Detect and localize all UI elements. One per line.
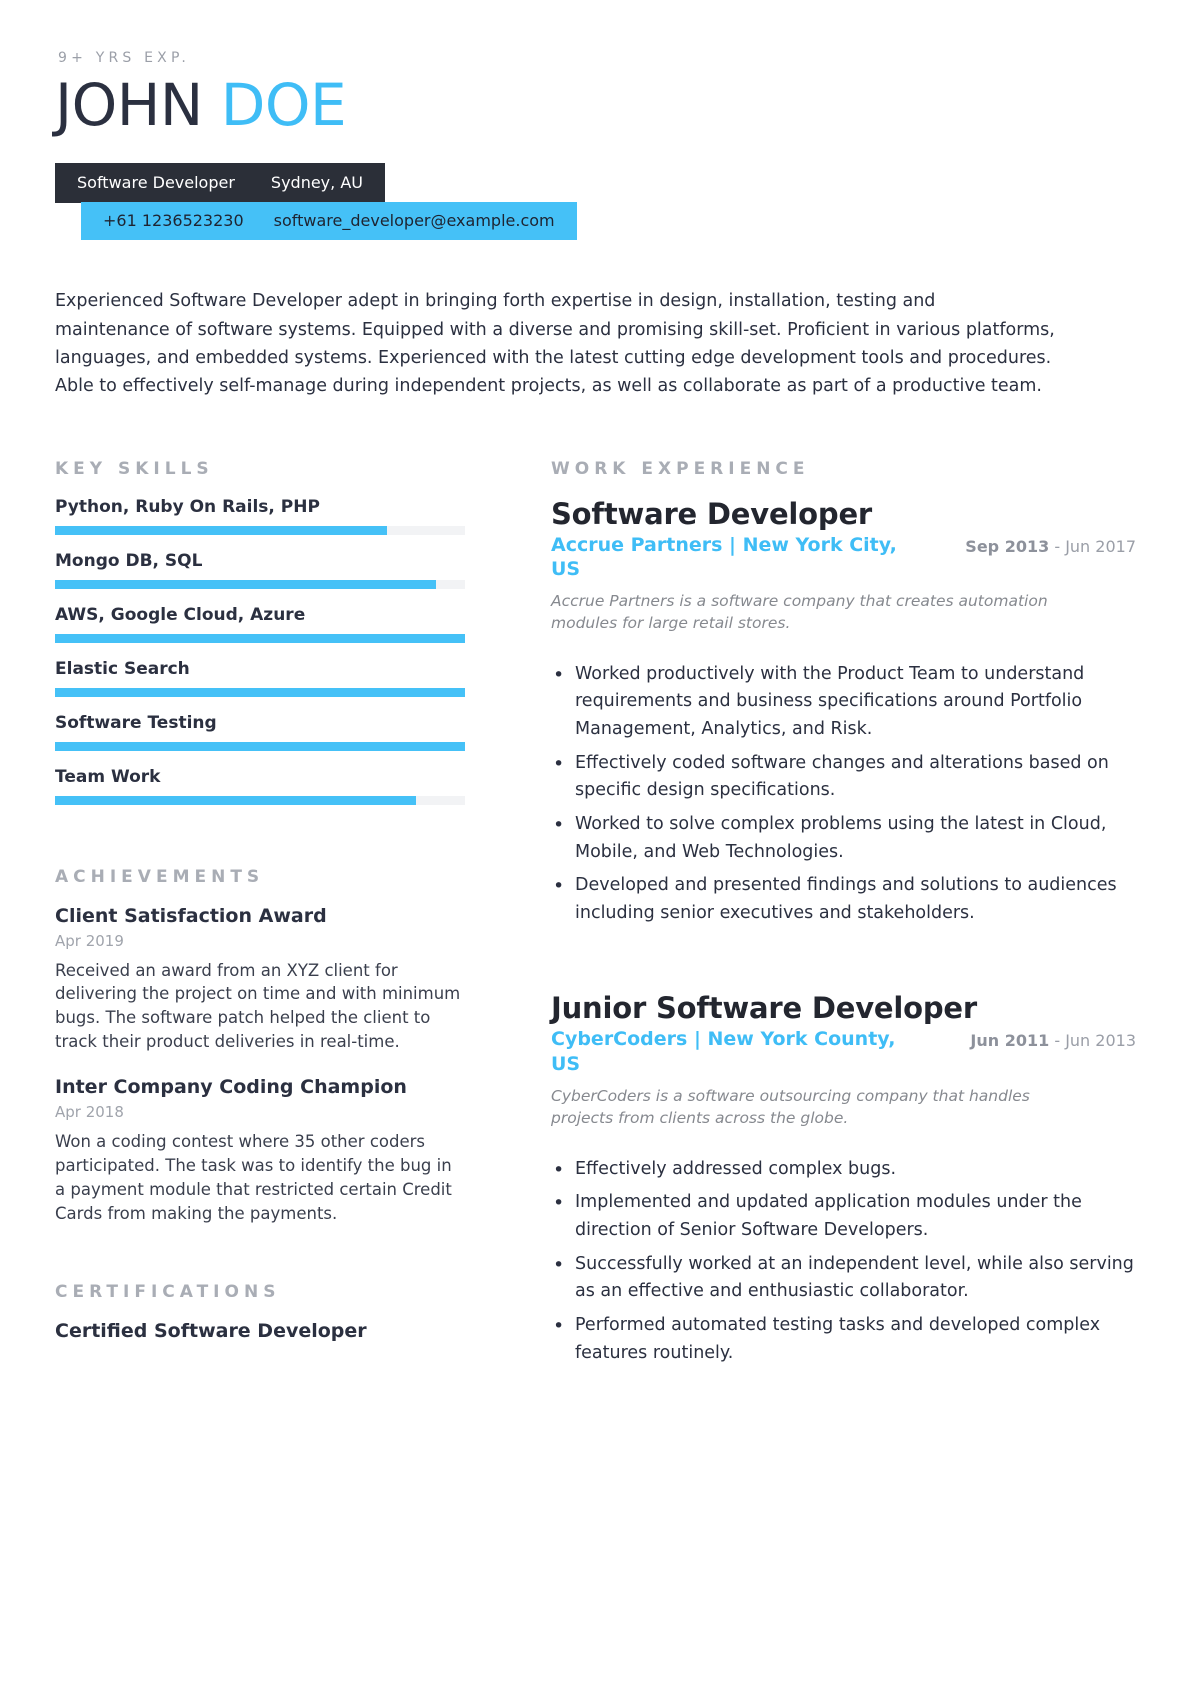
left-column: KEY SKILLS Python, Ruby On Rails, PHP Mo… (55, 459, 465, 1402)
job-bullet: Implemented and updated application modu… (551, 1188, 1136, 1244)
skill-item: AWS, Google Cloud, Azure (55, 605, 465, 643)
first-name: JOHN (55, 71, 203, 139)
role-location-bar: Software Developer Sydney, AU (55, 163, 385, 204)
skill-progress-track (55, 741, 465, 751)
achievements-heading: ACHIEVEMENTS (55, 866, 265, 887)
skill-progress-fill (55, 741, 465, 751)
job-company-location: Accrue Partners | New York City, US (551, 533, 897, 580)
achievement-item: Client Satisfaction Award Apr 2019 Recei… (55, 905, 465, 1055)
skill-item: Team Work (55, 767, 465, 805)
role-location-bar-wrapper: Software Developer Sydney, AU (55, 163, 1136, 204)
job-bullet: Effectively coded software changes and a… (551, 749, 1136, 805)
job-title: Junior Software Developer (551, 991, 977, 1026)
skill-progress-track (55, 687, 465, 697)
job-meta: Accrue Partners | New York City, US Sep … (551, 533, 1136, 581)
job-company-description: Accrue Partners is a software company th… (551, 591, 1048, 633)
job-date-end: - Jun 2013 (1054, 1031, 1136, 1051)
skill-progress-track (55, 795, 465, 805)
achievement-description: Received an award from an XYZ client for… (55, 960, 461, 1052)
job-date-start: Jun 2011 (970, 1031, 1050, 1051)
job-bullet: Developed and presented findings and sol… (551, 871, 1136, 927)
job-spacer (551, 961, 1136, 991)
skill-item: Python, Ruby On Rails, PHP (55, 497, 465, 535)
achievement-description: Won a coding contest where 35 other code… (55, 1132, 452, 1223)
job-meta: CyberCoders | New York County, US Jun 20… (551, 1027, 1136, 1075)
certification-title: Certified Software Developer (55, 1319, 367, 1342)
skill-label: Python, Ruby On Rails, PHP (55, 496, 320, 517)
job-role-label: Software Developer (77, 173, 235, 193)
email-label[interactable]: software_developer@example.com (274, 211, 555, 230)
job-bullet-list: Worked productively with the Product Tea… (551, 660, 1136, 928)
candidate-name: JOHN DOE (55, 75, 1136, 135)
achievement-item: Inter Company Coding Champion Apr 2018 W… (55, 1076, 465, 1226)
skill-label: Software Testing (55, 712, 217, 733)
certifications-heading: CERTIFICATIONS (55, 1281, 281, 1302)
experience-kicker: 9+ YRS EXP. (58, 50, 191, 66)
resume-body: KEY SKILLS Python, Ruby On Rails, PHP Mo… (55, 459, 1136, 1402)
skill-label: Mongo DB, SQL (55, 550, 203, 571)
skill-item: Software Testing (55, 713, 465, 751)
job-bullet: Successfully worked at an independent le… (551, 1250, 1136, 1306)
skill-label: Team Work (55, 766, 161, 787)
contact-bar: +61 1236523230 software_developer@exampl… (81, 202, 577, 241)
job-bullet-list: Effectively addressed complex bugs. Impl… (551, 1155, 1136, 1367)
skill-progress-fill (55, 795, 416, 805)
contact-bar-wrapper: +61 1236523230 software_developer@exampl… (55, 202, 1136, 241)
skill-item: Elastic Search (55, 659, 465, 697)
job-bullet: Effectively addressed complex bugs. (551, 1155, 1136, 1185)
skill-progress-fill (55, 687, 465, 697)
achievement-date: Apr 2018 (55, 1103, 124, 1122)
job-date-end: - Jun 2017 (1054, 536, 1136, 556)
skill-progress-track (55, 579, 465, 589)
key-skills-section: KEY SKILLS Python, Ruby On Rails, PHP Mo… (55, 459, 465, 805)
skill-item: Mongo DB, SQL (55, 551, 465, 589)
job-title: Software Developer (551, 496, 873, 531)
work-experience-heading: WORK EXPERIENCE (551, 458, 810, 479)
last-name: DOE (220, 71, 347, 139)
resume-page: 9+ YRS EXP. JOHN DOE Software Developer … (0, 0, 1191, 1684)
location-label: Sydney, AU (270, 173, 363, 193)
achievement-date: Apr 2019 (55, 931, 124, 950)
skill-progress-fill (55, 525, 388, 535)
job-entry: Software Developer Accrue Partners | New… (551, 497, 1136, 928)
job-bullet: Worked productively with the Product Tea… (551, 660, 1136, 744)
right-column: WORK EXPERIENCE Software Developer Accru… (503, 459, 1136, 1402)
key-skills-heading: KEY SKILLS (55, 458, 214, 479)
job-bullet: Performed automated testing tasks and de… (551, 1311, 1136, 1367)
skill-progress-fill (55, 579, 437, 589)
skill-progress-track (55, 633, 465, 643)
job-company-description: CyberCoders is a software outsourcing co… (551, 1086, 1030, 1128)
job-date-range: Sep 2013 - Jun 2017 (965, 533, 1136, 557)
job-bullet: Worked to solve complex problems using t… (551, 810, 1136, 866)
skill-label: Elastic Search (55, 658, 190, 679)
skill-label: AWS, Google Cloud, Azure (55, 604, 306, 625)
achievement-title: Inter Company Coding Champion (55, 1076, 407, 1099)
job-date-start: Sep 2013 (965, 536, 1050, 556)
phone-label[interactable]: +61 1236523230 (103, 211, 244, 230)
achievements-section: ACHIEVEMENTS Client Satisfaction Award A… (55, 867, 465, 1226)
achievement-title: Client Satisfaction Award (55, 904, 327, 927)
job-entry: Junior Software Developer CyberCoders | … (551, 991, 1136, 1367)
job-date-range: Jun 2011 - Jun 2013 (970, 1027, 1136, 1051)
skill-progress-track (55, 525, 465, 535)
resume-header: 9+ YRS EXP. JOHN DOE Software Developer … (55, 50, 1136, 401)
job-company-location: CyberCoders | New York County, US (551, 1028, 896, 1075)
skill-progress-fill (55, 633, 465, 643)
professional-summary: Experienced Software Developer adept in … (55, 291, 1055, 397)
certifications-section: CERTIFICATIONS Certified Software Develo… (55, 1282, 465, 1342)
